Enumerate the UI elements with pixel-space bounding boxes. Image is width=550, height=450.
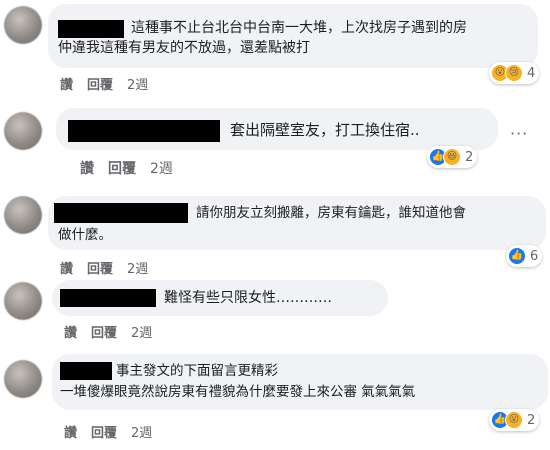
haha-icon: 😆 bbox=[443, 148, 461, 166]
reaction-count: 4 bbox=[527, 65, 536, 81]
like-link[interactable]: 讚 bbox=[64, 422, 77, 441]
avatar[interactable] bbox=[4, 282, 42, 320]
comment-text: 難怪有些只限女性………… bbox=[164, 290, 332, 306]
like-link[interactable]: 讚 bbox=[64, 322, 77, 341]
timestamp[interactable]: 2週 bbox=[127, 258, 148, 277]
reaction-count: 6 bbox=[530, 248, 539, 264]
comment-text: 套出隔壁室友，打工換住宿.. bbox=[230, 121, 420, 139]
redacted-name bbox=[60, 362, 112, 380]
reply-link[interactable]: 回覆 bbox=[87, 258, 113, 277]
avatar[interactable] bbox=[4, 112, 42, 150]
reaction-summary[interactable]: 👍 6 bbox=[506, 245, 543, 267]
reaction-count: 2 bbox=[527, 412, 536, 428]
timestamp[interactable]: 2週 bbox=[131, 422, 152, 441]
comment-actions: 讚 回覆 2週 bbox=[64, 322, 152, 341]
comment-text: 一堆傻爆眼竟然說房東有禮貌為什麼要發上來公審 氣氣氣氣 bbox=[60, 384, 416, 400]
avatar[interactable] bbox=[4, 6, 42, 44]
reaction-count: 2 bbox=[465, 149, 474, 165]
comment-actions: 讚 回覆 2週 bbox=[60, 258, 148, 277]
avatar[interactable] bbox=[4, 360, 42, 398]
like-link[interactable]: 讚 bbox=[60, 74, 73, 93]
reaction-summary[interactable]: 👍 😆 2 bbox=[427, 146, 478, 168]
like-link[interactable]: 讚 bbox=[80, 158, 94, 178]
comment-text: 這種事不止台北台中台南一大堆，上次找房子遇到的房 bbox=[131, 20, 467, 36]
timestamp[interactable]: 2週 bbox=[127, 74, 148, 93]
sad-icon: 😢 bbox=[505, 64, 523, 82]
comment-text: 做什麼。 bbox=[58, 227, 112, 243]
reply-link[interactable]: 回覆 bbox=[91, 322, 117, 341]
redacted-name bbox=[60, 289, 156, 307]
comment-actions: 讚 回覆 2週 bbox=[60, 74, 148, 93]
more-options-icon[interactable]: ··· bbox=[510, 124, 528, 143]
comment-text: 仲違我這種有男友的不放過，還差點被打 bbox=[58, 40, 310, 56]
redacted-name bbox=[58, 20, 124, 38]
like-icon: 👍 bbox=[508, 247, 526, 265]
timestamp[interactable]: 2週 bbox=[131, 322, 152, 341]
timestamp[interactable]: 2週 bbox=[150, 158, 173, 178]
comment-actions: 讚 回覆 2週 bbox=[64, 422, 152, 441]
comment-actions: 讚 回覆 2週 bbox=[80, 158, 173, 178]
reply-link[interactable]: 回覆 bbox=[91, 422, 117, 441]
reaction-summary[interactable]: 😮 😢 4 bbox=[489, 62, 540, 84]
wow-icon: 😮 bbox=[505, 411, 523, 429]
reply-link[interactable]: 回覆 bbox=[108, 158, 136, 178]
comment-text: 請你朋友立刻搬離，房東有鑰匙，誰知道他會 bbox=[196, 205, 466, 221]
redacted-name bbox=[54, 203, 188, 223]
redacted-name bbox=[68, 120, 220, 142]
avatar[interactable] bbox=[4, 196, 42, 234]
reaction-summary[interactable]: 👍 😮 2 bbox=[489, 409, 540, 431]
comment-text: 事主發文的下面留言更精彩 bbox=[116, 363, 278, 379]
reply-link[interactable]: 回覆 bbox=[87, 74, 113, 93]
like-link[interactable]: 讚 bbox=[60, 258, 73, 277]
